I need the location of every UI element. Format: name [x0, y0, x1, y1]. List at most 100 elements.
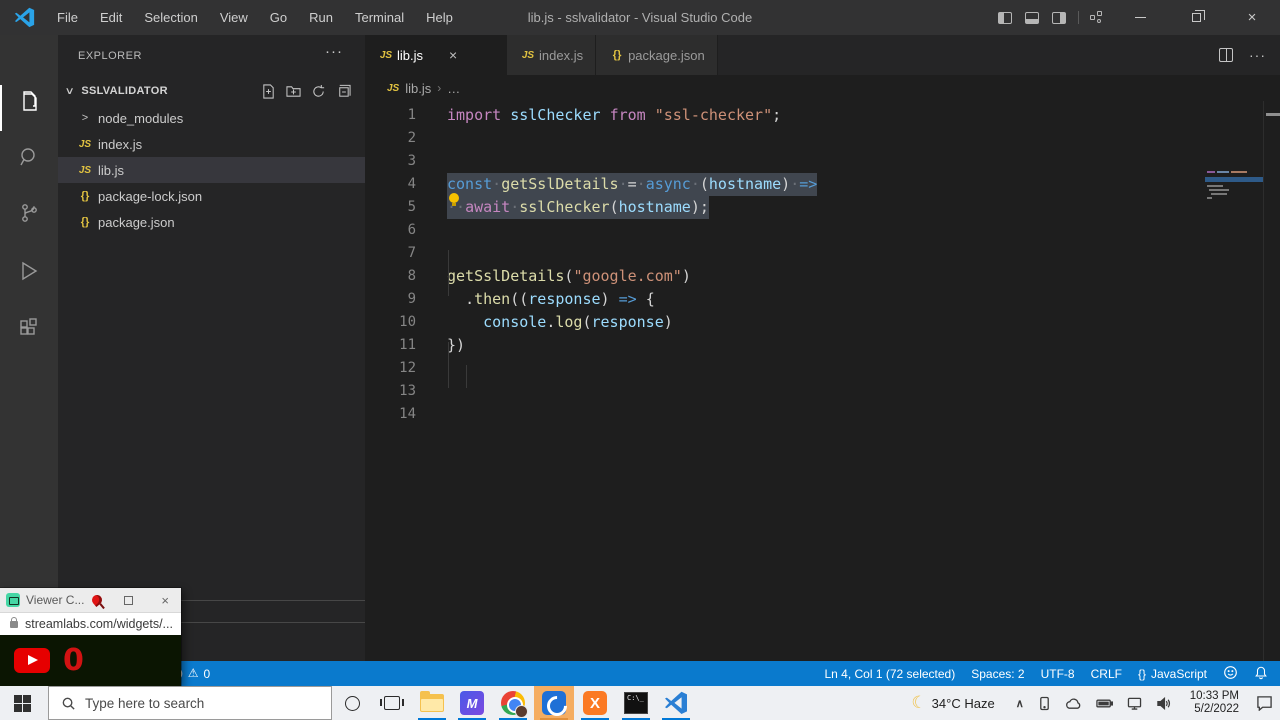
indentation[interactable]: Spaces: 2: [971, 667, 1024, 681]
pin-icon[interactable]: [90, 593, 104, 607]
json-file-icon: {}: [76, 216, 94, 228]
tab-label: lib.js: [397, 48, 423, 63]
your-phone-icon[interactable]: [1038, 696, 1051, 711]
menu-file[interactable]: File: [46, 0, 89, 35]
code-line-5[interactable]: 5··await·sslChecker(hostname);: [365, 196, 1245, 219]
notifications-bell-icon[interactable]: [1254, 665, 1268, 683]
refresh-icon[interactable]: [311, 84, 326, 99]
tab-lib.js[interactable]: JSlib.js×: [365, 35, 507, 75]
js-file-icon: JS: [519, 50, 537, 61]
tree-item-node_modules[interactable]: >node_modules: [58, 105, 365, 131]
more-actions-icon[interactable]: ···: [1249, 47, 1266, 63]
tab-package.json[interactable]: {}package.json: [596, 35, 718, 75]
toggle-panel-icon[interactable]: [1025, 12, 1039, 24]
weather-status[interactable]: 34°C Haze: [932, 696, 995, 711]
clock[interactable]: 10:33 PM 5/2/2022: [1190, 690, 1239, 716]
customize-layout-icon[interactable]: [1090, 11, 1103, 24]
viewer-url[interactable]: streamlabs.com/widgets/...: [25, 617, 173, 631]
tree-item-lib.js[interactable]: JSlib.js: [58, 157, 365, 183]
toggle-sidebar-icon[interactable]: [998, 12, 1012, 24]
code-text: getSslDetails("google.com"): [447, 265, 691, 288]
code-line-13[interactable]: 13: [365, 380, 1245, 403]
minimize-button[interactable]: [1112, 0, 1168, 35]
new-folder-icon[interactable]: [286, 84, 301, 99]
explorer-icon[interactable]: [0, 77, 58, 125]
feedback-icon[interactable]: [1223, 665, 1238, 683]
code-line-14[interactable]: 14: [365, 403, 1245, 426]
xampp-button[interactable]: X: [575, 686, 615, 720]
command-prompt-button[interactable]: C:\_: [616, 686, 656, 720]
taskbar-search[interactable]: Type here to search: [48, 686, 332, 720]
restore-button[interactable]: [1168, 0, 1224, 35]
code-line-11[interactable]: 11}): [365, 334, 1245, 357]
viewer-window-titlebar[interactable]: Viewer C... ×: [0, 588, 181, 612]
action-center-icon[interactable]: [1256, 695, 1273, 711]
battery-icon[interactable]: [1096, 698, 1113, 709]
cursor-position[interactable]: Ln 4, Col 1 (72 selected): [824, 667, 955, 681]
viewer-url-bar[interactable]: streamlabs.com/widgets/...: [0, 612, 181, 635]
explorer-more-actions-icon[interactable]: ···: [325, 43, 343, 60]
viewer-maximize-icon[interactable]: [124, 596, 133, 605]
menu-selection[interactable]: Selection: [133, 0, 208, 35]
viewer-close-icon[interactable]: ×: [161, 593, 169, 608]
lightbulb-icon[interactable]: [449, 193, 459, 206]
language-mode[interactable]: {} JavaScript: [1138, 667, 1207, 681]
cortana-button[interactable]: [332, 686, 372, 720]
onedrive-cloud-icon[interactable]: [1065, 697, 1082, 710]
menu-terminal[interactable]: Terminal: [344, 0, 415, 35]
toggle-secondary-sidebar-icon[interactable]: [1052, 12, 1066, 24]
medal-button[interactable]: M: [452, 686, 492, 720]
extensions-icon[interactable]: [0, 305, 58, 353]
tree-item-package-lock.json[interactable]: {}package-lock.json: [58, 183, 365, 209]
streamlabs-button[interactable]: [534, 686, 574, 720]
menu-go[interactable]: Go: [259, 0, 298, 35]
encoding[interactable]: UTF-8: [1041, 667, 1075, 681]
collapse-all-icon[interactable]: [336, 84, 351, 99]
code-line-9[interactable]: 9 .then((response) => {: [365, 288, 1245, 311]
breadcrumb-more[interactable]: …: [447, 81, 460, 96]
network-icon[interactable]: [1127, 697, 1142, 710]
vscode-button[interactable]: [656, 686, 696, 720]
tray-expand-icon[interactable]: ∧: [1016, 697, 1024, 710]
tree-item-index.js[interactable]: JSindex.js: [58, 131, 365, 157]
volume-icon[interactable]: [1156, 697, 1171, 710]
new-file-icon[interactable]: [261, 84, 276, 99]
menu-edit[interactable]: Edit: [89, 0, 133, 35]
eol-sequence[interactable]: CRLF: [1091, 667, 1122, 681]
code-line-6[interactable]: 6: [365, 219, 1245, 242]
tab-index.js[interactable]: JSindex.js: [507, 35, 596, 75]
code-line-4[interactable]: 4const·getSslDetails·=·async·(hostname)·…: [365, 173, 1245, 196]
code-line-8[interactable]: 8getSslDetails("google.com"): [365, 265, 1245, 288]
split-editor-icon[interactable]: [1219, 48, 1233, 62]
scrollbar-track[interactable]: [1263, 101, 1264, 661]
explorer-section-header[interactable]: ∨ SSLVALIDATOR: [58, 78, 365, 104]
tree-item-package.json[interactable]: {}package.json: [58, 209, 365, 235]
youtube-icon: [14, 648, 50, 673]
start-button[interactable]: [14, 695, 31, 712]
breadcrumb-file[interactable]: lib.js: [405, 81, 431, 96]
code-line-3[interactable]: 3: [365, 150, 1245, 173]
line-number: 2: [365, 127, 416, 150]
search-icon[interactable]: [0, 133, 58, 181]
minimap[interactable]: [1205, 169, 1263, 249]
file-explorer-button[interactable]: [412, 686, 452, 720]
chrome-button[interactable]: [493, 686, 533, 720]
breadcrumb[interactable]: JS lib.js › …: [387, 75, 460, 101]
line-number: 12: [365, 357, 416, 380]
code-line-1[interactable]: 1import sslChecker from "ssl-checker";: [365, 104, 1245, 127]
window-controls: ×: [1112, 0, 1280, 35]
code-line-2[interactable]: 2: [365, 127, 1245, 150]
menu-run[interactable]: Run: [298, 0, 344, 35]
code-area[interactable]: 1import sslChecker from "ssl-checker";23…: [365, 101, 1280, 661]
viewer-count-window[interactable]: Viewer C... × streamlabs.com/widgets/...…: [0, 588, 181, 686]
source-control-icon[interactable]: [0, 189, 58, 237]
code-line-10[interactable]: 10 console.log(response): [365, 311, 1245, 334]
task-view-button[interactable]: [372, 686, 412, 720]
code-line-12[interactable]: 12: [365, 357, 1245, 380]
tab-close-icon[interactable]: ×: [449, 47, 457, 63]
menu-help[interactable]: Help: [415, 0, 464, 35]
code-line-7[interactable]: 7: [365, 242, 1245, 265]
menu-view[interactable]: View: [209, 0, 259, 35]
run-debug-icon[interactable]: [0, 247, 58, 295]
close-button[interactable]: ×: [1224, 0, 1280, 35]
